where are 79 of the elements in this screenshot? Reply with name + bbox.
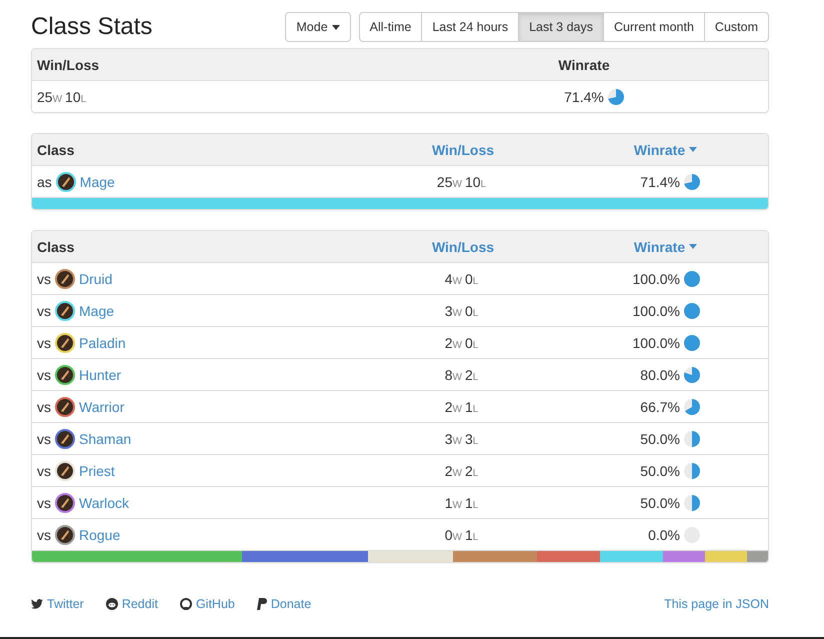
winrate-pie-icon — [684, 430, 700, 446]
paypal-icon — [256, 598, 267, 610]
class-link[interactable]: Hunter — [79, 366, 122, 382]
class-link[interactable]: Rogue — [79, 526, 120, 542]
caret-icon — [689, 244, 698, 249]
winrate-text: 71.4% — [564, 88, 604, 104]
class-link[interactable]: Druid — [79, 270, 112, 286]
matchup-prefix: vs — [37, 526, 51, 542]
win-loss-text: 4W 0L — [444, 270, 480, 286]
matchup-prefix: vs — [37, 398, 51, 414]
winrate-pie-icon — [608, 88, 624, 104]
winrate-pie-icon — [684, 494, 700, 510]
footer-link[interactable]: Reddit — [106, 597, 158, 611]
matchup-prefix: vs — [37, 334, 51, 350]
period-button[interactable]: All-time — [358, 12, 422, 42]
column-header[interactable]: Winrate — [634, 238, 698, 254]
column-header: Class — [36, 142, 74, 158]
win-loss-text: 2W 1L — [444, 398, 480, 414]
period-button[interactable]: Custom — [704, 12, 769, 42]
period-button[interactable]: Last 24 hours — [421, 12, 520, 42]
matchup-prefix: vs — [37, 430, 51, 446]
column-header: Winrate — [558, 56, 610, 72]
winrate-text: 100.0% — [632, 334, 680, 350]
class-link[interactable]: Mage — [80, 174, 115, 190]
winrate-text: 0.0% — [648, 526, 680, 542]
win-loss-text: 3W 3L — [444, 430, 480, 446]
column-header[interactable]: Win/Loss — [432, 238, 494, 254]
class-link[interactable]: Paladin — [79, 334, 126, 350]
win-loss-text: 3W 0L — [444, 302, 480, 318]
period-button[interactable]: Current month — [603, 12, 705, 42]
column-header[interactable]: Winrate — [634, 142, 698, 158]
win-loss-text: 25W 10L — [436, 174, 488, 190]
winrate-pie-icon — [684, 398, 700, 414]
json-link[interactable]: This page in JSON — [664, 597, 769, 611]
winrate-text: 100.0% — [632, 302, 680, 318]
winrate-text: 80.0% — [640, 366, 680, 382]
winrate-pie-icon — [684, 334, 700, 350]
winrate-pie-icon — [684, 302, 700, 318]
winrate-text: 100.0% — [632, 270, 680, 286]
class-link[interactable]: Warlock — [79, 494, 130, 510]
win-loss-text: 2W 0L — [444, 334, 480, 350]
footer-link[interactable]: Donate — [256, 597, 312, 611]
column-header[interactable]: Win/Loss — [432, 142, 494, 158]
class-link[interactable]: Mage — [79, 302, 114, 318]
matchup-prefix: vs — [37, 270, 51, 286]
matchup-prefix: vs — [37, 462, 51, 478]
win-loss-text: 0W 1L — [444, 526, 480, 542]
winrate-text: 66.7% — [640, 398, 680, 414]
winrate-pie-icon — [684, 366, 700, 382]
class-link[interactable]: Priest — [79, 462, 115, 478]
winrate-pie-icon — [684, 174, 700, 190]
period-button[interactable]: Last 3 days — [518, 12, 604, 42]
footer-link[interactable]: Twitter — [31, 597, 84, 611]
winrate-text: 50.0% — [640, 430, 680, 446]
page-title: Class Stats — [31, 13, 152, 41]
winrate-pie-icon — [684, 270, 700, 286]
win-loss-text: 2W 2L — [444, 462, 480, 478]
matchup-prefix: vs — [37, 366, 51, 382]
class-link[interactable]: Shaman — [79, 430, 132, 446]
matchup-prefix: vs — [37, 302, 51, 318]
bird-icon — [31, 599, 43, 609]
matchup-prefix: as — [37, 174, 52, 190]
winrate-text: 50.0% — [640, 494, 680, 510]
mode-dropdown-button[interactable]: Mode — [285, 12, 351, 42]
footer-link[interactable]: GitHub — [180, 597, 235, 611]
class-link[interactable]: Warrior — [79, 398, 124, 414]
caret-icon — [689, 147, 698, 152]
column-header: Win/Loss — [36, 56, 100, 72]
matchup-prefix: vs — [37, 494, 51, 510]
win-loss-text: 25W 10L — [37, 88, 88, 104]
column-header: Class — [36, 238, 74, 254]
winrate-text: 71.4% — [640, 174, 680, 190]
caret-icon — [332, 24, 340, 30]
win-loss-text: 8W 2L — [444, 366, 480, 382]
winrate-pie-icon — [684, 462, 700, 478]
class-share-segment — [536, 551, 600, 562]
alien-icon — [106, 598, 118, 610]
win-loss-text: 1W 1L — [444, 494, 480, 510]
winrate-text: 50.0% — [640, 462, 680, 478]
